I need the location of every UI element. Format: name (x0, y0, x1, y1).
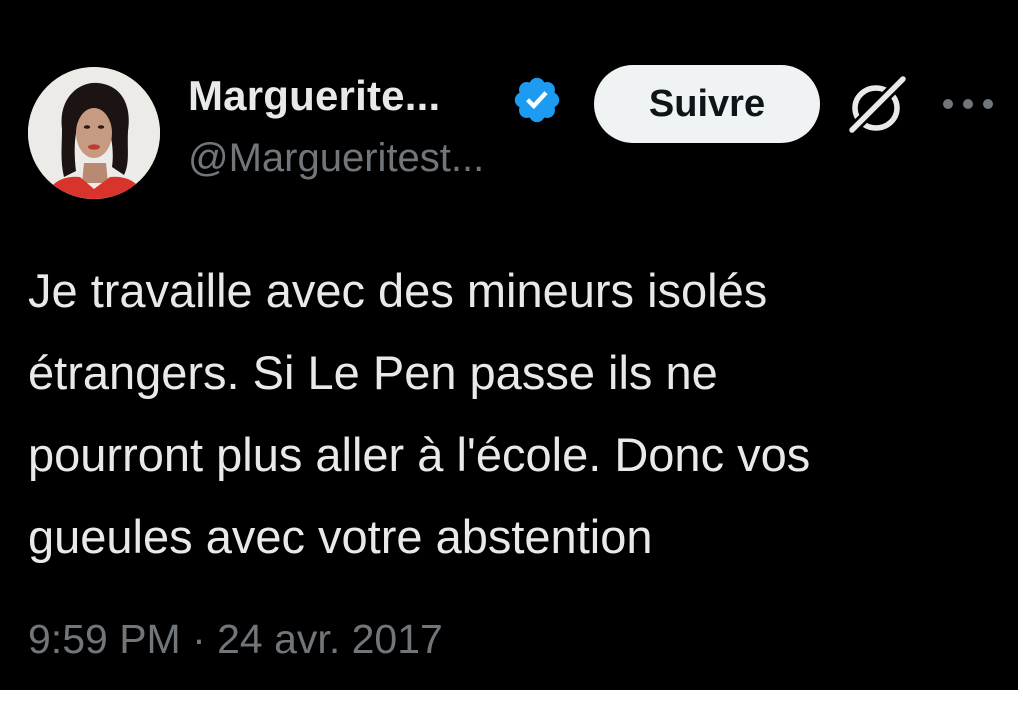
more-icon[interactable] (940, 90, 996, 118)
tweet-text-line: Je travaille avec des mineurs isolés (28, 264, 768, 317)
author-handle[interactable]: @Margueritest... (188, 136, 484, 181)
tweet-timestamp[interactable]: 9:59 PM · 24 avr. 2017 (28, 616, 443, 663)
verified-badge-icon (511, 74, 563, 126)
grok-icon[interactable] (843, 70, 913, 140)
tweet-text-line: pourront plus aller à l'école. Donc vos (28, 428, 811, 481)
avatar-image (28, 67, 160, 199)
author-display-name[interactable]: Marguerite... (188, 72, 440, 120)
avatar[interactable] (28, 67, 160, 199)
tweet-text-line: étrangers. Si Le Pen passe ils ne (28, 346, 718, 399)
follow-button[interactable]: Suivre (594, 65, 820, 143)
tweet-text-line: gueules avec votre abstention (28, 510, 653, 563)
tweet-text: Je travaille avec des mineurs isolés étr… (28, 250, 988, 578)
tweet-card: Marguerite... @Margueritest... Suivre Je… (0, 0, 1018, 690)
